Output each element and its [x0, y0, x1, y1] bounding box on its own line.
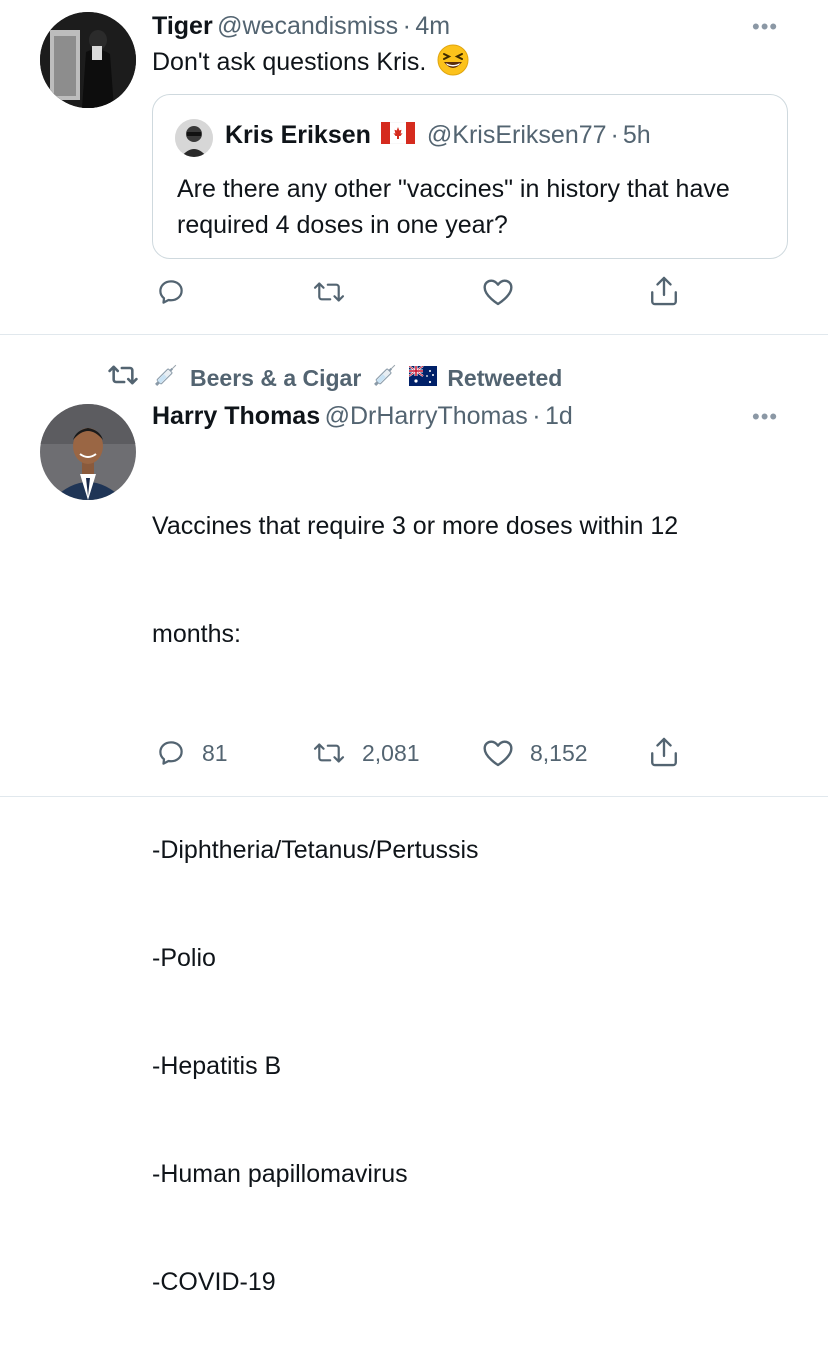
retweet-button[interactable] — [312, 277, 346, 307]
quoted-author-handle[interactable]: @KrisEriksen77 — [427, 121, 607, 150]
tweet-text-line: Vaccines that require 3 or more doses wi… — [152, 512, 679, 540]
retweeter-name[interactable]: Beers & a Cigar — [190, 365, 361, 392]
author-name[interactable]: Harry Thomas — [152, 402, 320, 430]
share-icon — [651, 276, 677, 306]
separator-dot: · — [532, 402, 541, 430]
tweet-text: Don't ask questions Kris. — [152, 48, 427, 76]
reply-button[interactable] — [156, 277, 186, 307]
australia-flag-icon — [408, 364, 438, 392]
avatar-tiger[interactable] — [40, 12, 136, 108]
share-button[interactable] — [648, 735, 680, 769]
list-item: -Diphtheria/Tetanus/Pertussis — [152, 836, 479, 864]
syringe-icon — [371, 361, 399, 395]
retweet-indicator-icon — [106, 361, 140, 394]
reply-count: 81 — [202, 739, 228, 766]
avatar-harry-thomas[interactable] — [40, 404, 136, 500]
syringe-icon — [152, 361, 180, 395]
retweet-icon — [313, 743, 345, 763]
like-button[interactable] — [482, 277, 514, 307]
tweet-divider — [0, 334, 828, 335]
separator-dot: · — [402, 12, 411, 40]
avatar-kris[interactable] — [175, 119, 213, 157]
separator-dot: · — [610, 121, 619, 149]
author-handle[interactable]: @DrHarryThomas — [325, 402, 528, 430]
quoted-timestamp[interactable]: 5h — [623, 121, 651, 150]
reply-button[interactable]: 81 — [156, 738, 228, 768]
more-options-icon[interactable]: ••• — [752, 14, 778, 40]
list-item: -Human papillomavirus — [152, 1160, 408, 1188]
retweeted-label: Retweeted — [447, 364, 563, 391]
retweet-count: 2,081 — [362, 739, 420, 766]
list-item: -Hepatitis B — [152, 1052, 282, 1080]
grinning-squinting-face-icon — [437, 44, 469, 86]
author-name[interactable]: Tiger — [152, 12, 213, 40]
reply-icon — [159, 280, 183, 304]
reply-icon — [159, 741, 183, 765]
timestamp[interactable]: 1d — [545, 402, 573, 430]
like-count: 8,152 — [530, 739, 588, 766]
author-handle[interactable]: @wecandismiss — [217, 12, 398, 40]
like-button[interactable]: 8,152 — [482, 738, 588, 768]
quoted-tweet[interactable]: Kris Eriksen @KrisEriksen77 · 5h Are the… — [152, 94, 788, 259]
quoted-tweet-text: Are there any other "vaccines" in histor… — [177, 175, 737, 239]
list-item: -COVID-19 — [152, 1268, 276, 1296]
heart-icon — [483, 740, 513, 767]
share-button[interactable] — [648, 274, 680, 308]
heart-icon — [483, 279, 513, 306]
list-item: -Polio — [152, 944, 216, 972]
share-icon — [651, 737, 677, 767]
more-options-icon[interactable]: ••• — [752, 404, 778, 430]
retweet-button[interactable]: 2,081 — [312, 738, 420, 768]
tweet-divider — [0, 796, 828, 797]
quoted-author-name[interactable]: Kris Eriksen — [225, 121, 371, 150]
retweet-icon — [313, 282, 345, 302]
tweet-text-block: Vaccines that require 3 or more doses wi… — [152, 436, 792, 1372]
tweet-text-line: months: — [152, 620, 241, 648]
canada-flag-icon — [380, 121, 416, 149]
timestamp[interactable]: 4m — [415, 12, 450, 40]
